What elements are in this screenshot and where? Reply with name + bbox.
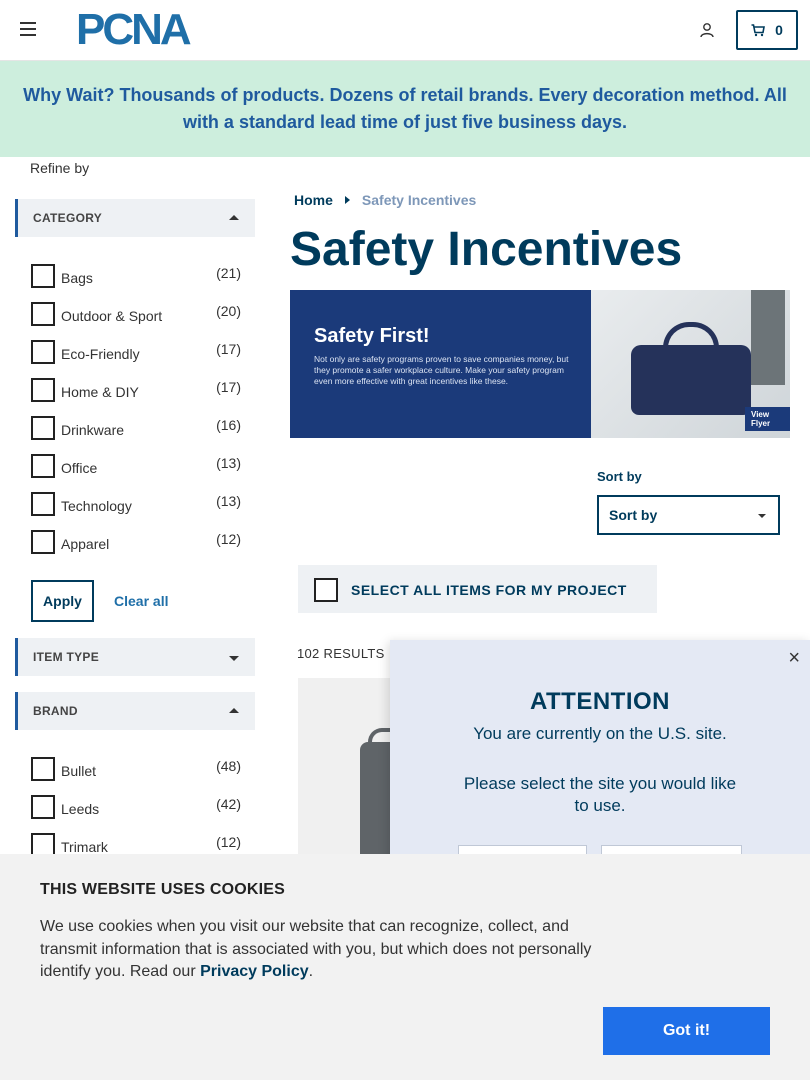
cookie-title: THIS WEBSITE USES COOKIES xyxy=(40,881,286,898)
facet-count: (13) xyxy=(216,493,241,509)
hero-title: Safety First! xyxy=(314,325,430,347)
cookie-body: We use cookies when you visit our websit… xyxy=(40,918,592,980)
checkbox[interactable] xyxy=(31,492,55,516)
hero-duffel-bag xyxy=(631,345,751,415)
pcna-logo[interactable]: PCNA xyxy=(76,8,226,52)
checkbox[interactable] xyxy=(31,378,55,402)
page-title: Safety Incentives xyxy=(290,223,683,276)
facet-count: (12) xyxy=(216,834,241,850)
checkbox[interactable] xyxy=(31,416,55,440)
checkbox[interactable] xyxy=(31,454,55,478)
hero-body: Not only are safety programs proven to s… xyxy=(314,354,569,386)
facet-label: Trimark xyxy=(61,839,108,855)
caret-up-icon xyxy=(229,215,239,220)
site-header: PCNA 0 xyxy=(0,0,810,61)
cookie-text: We use cookies when you visit our websit… xyxy=(40,916,610,984)
facet-count: (17) xyxy=(216,341,241,357)
hero-person-leg xyxy=(751,290,785,385)
clear-all-link[interactable]: Clear all xyxy=(114,593,168,609)
facet-count: (13) xyxy=(216,455,241,471)
facet-label: Outdoor & Sport xyxy=(61,308,163,324)
user-icon[interactable] xyxy=(699,22,715,38)
facet-row-leeds[interactable]: Leeds (42) xyxy=(31,793,243,819)
got-it-button[interactable]: Got it! xyxy=(603,1007,770,1055)
facet-count: (21) xyxy=(216,265,241,281)
modal-line1: You are currently on the U.S. site. xyxy=(473,724,727,743)
cart-button[interactable]: 0 xyxy=(736,10,798,50)
category-heading: CATEGORY xyxy=(33,211,103,225)
item-type-heading: ITEM TYPE xyxy=(33,650,100,664)
refine-label: Refine by xyxy=(30,160,90,176)
item-type-facet-header[interactable]: ITEM TYPE xyxy=(15,638,255,676)
brand-heading: BRAND xyxy=(33,704,78,718)
checkbox[interactable] xyxy=(31,264,55,288)
apply-button[interactable]: Apply xyxy=(31,580,94,622)
facet-label: Apparel xyxy=(61,536,110,552)
logo-text: PCNA xyxy=(76,5,192,54)
checkbox[interactable] xyxy=(31,530,55,554)
facet-row-bags[interactable]: Bags (21) xyxy=(31,262,243,288)
facet-label: Bullet xyxy=(61,763,97,779)
facet-row-outdoor-sport[interactable]: Outdoor & Sport (20) xyxy=(31,300,243,326)
checkbox[interactable] xyxy=(31,340,55,364)
facet-row-drinkware[interactable]: Drinkware (16) xyxy=(31,414,243,440)
hero-text-panel: Safety First! Not only are safety progra… xyxy=(290,290,591,438)
cookie-suffix: . xyxy=(308,963,314,980)
sort-value: Sort by xyxy=(609,507,658,523)
cart-icon xyxy=(751,23,766,36)
category-facet-header[interactable]: CATEGORY xyxy=(15,199,255,237)
facet-label: Eco-Friendly xyxy=(61,346,140,362)
checkbox[interactable] xyxy=(31,302,55,326)
chevron-down-icon xyxy=(758,514,766,518)
promo-text: Why Wait? Thousands of products. Dozens … xyxy=(23,85,787,132)
select-all-items[interactable]: SELECT ALL ITEMS FOR MY PROJECT xyxy=(298,565,657,613)
close-icon[interactable]: × xyxy=(788,648,800,668)
chevron-right-icon xyxy=(344,196,350,204)
cookie-banner: THIS WEBSITE USES COOKIES We use cookies… xyxy=(0,854,810,1080)
results-count: 102 RESULTS xyxy=(297,646,385,661)
modal-line2: Please select the site you would like to… xyxy=(463,774,737,815)
facet-label: Technology xyxy=(61,498,132,514)
facet-label: Bags xyxy=(61,270,93,286)
facet-label: Home & DIY xyxy=(61,384,139,400)
facet-count: (20) xyxy=(216,303,241,319)
view-flyer-button[interactable]: View Flyer xyxy=(745,407,790,431)
checkbox[interactable] xyxy=(31,795,55,819)
facet-label: Drinkware xyxy=(61,422,125,438)
facet-row-technology[interactable]: Technology (13) xyxy=(31,490,243,516)
brand-facet-header[interactable]: BRAND xyxy=(15,692,255,730)
caret-down-icon xyxy=(229,656,239,661)
facet-label: Office xyxy=(61,460,98,476)
facet-label: Leeds xyxy=(61,801,100,817)
facet-row-bullet[interactable]: Bullet (48) xyxy=(31,755,243,781)
facet-count: (17) xyxy=(216,379,241,395)
breadcrumb: Home Safety Incentives xyxy=(294,192,476,208)
facet-count: (16) xyxy=(216,417,241,433)
privacy-policy-link[interactable]: Privacy Policy xyxy=(200,963,309,980)
modal-title: ATTENTION xyxy=(529,688,671,715)
select-all-label: SELECT ALL ITEMS FOR MY PROJECT xyxy=(351,582,627,598)
facet-row-apparel[interactable]: Apparel (12) xyxy=(31,528,243,554)
facet-row-home-diy[interactable]: Home & DIY (17) xyxy=(31,376,243,402)
facet-row-eco-friendly[interactable]: Eco-Friendly (17) xyxy=(31,338,243,364)
promo-banner: Why Wait? Thousands of products. Dozens … xyxy=(0,61,810,157)
sort-label: Sort by xyxy=(597,469,642,484)
menu-icon[interactable] xyxy=(20,22,36,36)
facet-row-office[interactable]: Office (13) xyxy=(31,452,243,478)
site-select-modal: × ATTENTION You are currently on the U.S… xyxy=(390,640,810,881)
select-all-checkbox[interactable] xyxy=(314,578,338,602)
hero-image: View Flyer xyxy=(591,290,790,438)
breadcrumb-home[interactable]: Home xyxy=(294,192,333,208)
facet-count: (42) xyxy=(216,796,241,812)
safety-hero-banner[interactable]: Safety First! Not only are safety progra… xyxy=(290,290,790,438)
cart-count: 0 xyxy=(775,22,783,38)
caret-up-icon xyxy=(229,708,239,713)
facet-count: (48) xyxy=(216,758,241,774)
checkbox[interactable] xyxy=(31,757,55,781)
sort-select[interactable]: Sort by xyxy=(597,495,780,535)
breadcrumb-current: Safety Incentives xyxy=(361,192,477,208)
facet-count: (12) xyxy=(216,531,241,547)
